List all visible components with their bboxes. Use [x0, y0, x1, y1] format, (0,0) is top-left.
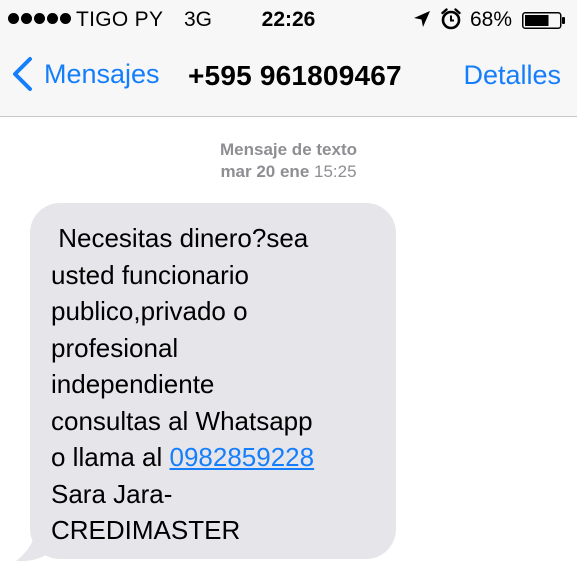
message-line: consultas al Whatsapp: [51, 405, 313, 436]
message-line: usted funcionario: [51, 259, 250, 290]
message-line: Sara Jara-: [51, 478, 173, 509]
back-button[interactable]: Mensajes: [10, 52, 160, 96]
chevron-left-icon: [13, 57, 32, 91]
battery-icon: [522, 12, 565, 29]
status-bar: TIGO PY 3G 22:26 68%: [0, 0, 577, 38]
contact-title: +595 961809467: [188, 60, 402, 91]
incoming-message-bubble[interactable]: Necesitas dinero?sea usted funcionario p…: [30, 203, 396, 559]
navigation-bar: Mensajes +595 961809467 Detalles: [0, 38, 577, 117]
message-line: profesional: [51, 332, 179, 363]
timestamp-time: 15:25: [314, 162, 357, 181]
timestamp-date: mar 20 ene 15:25: [0, 161, 577, 183]
alarm-clock-icon: [441, 8, 461, 30]
battery-percentage: 68%: [470, 8, 513, 31]
call-prefix: o llama al: [51, 442, 170, 472]
location-arrow-icon: [414, 11, 430, 27]
message-line: Necesitas dinero?sea: [51, 223, 309, 253]
message-timestamp: Mensaje de texto mar 20 ene 15:25: [0, 139, 577, 183]
timestamp-label: Mensaje de texto: [220, 140, 357, 159]
details-button[interactable]: Detalles: [463, 60, 561, 91]
messages-screen: TIGO PY 3G 22:26 68% Mensajes +595 96180…: [0, 0, 577, 577]
phone-number-link[interactable]: 0982859228: [170, 442, 315, 472]
timestamp-day: mar 20 ene: [220, 162, 310, 181]
message-line: independiente: [51, 369, 215, 399]
message-line: CREDIMASTER: [51, 515, 241, 545]
message-line: o llama al 0982859228: [51, 439, 382, 476]
back-button-label: Mensajes: [44, 58, 160, 89]
message-line: publico,privado o: [51, 296, 248, 326]
